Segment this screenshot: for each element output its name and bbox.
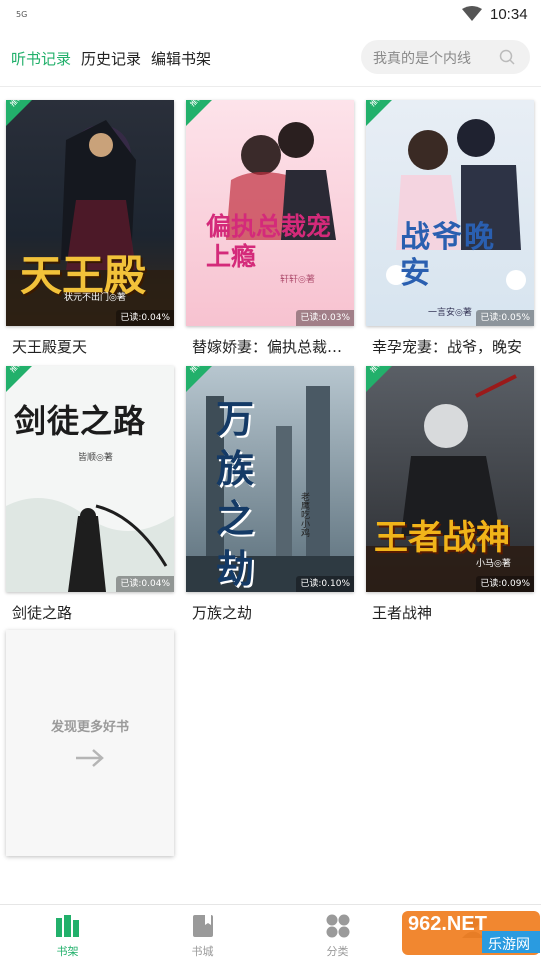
nav-book-store[interactable]: 书城: [135, 905, 270, 961]
nav-label: 书城: [191, 945, 214, 958]
wifi-icon: [462, 6, 482, 21]
tab-listen-history[interactable]: 听书记录: [11, 48, 71, 69]
nav-category[interactable]: 分类: [270, 905, 405, 961]
nav-label: 书架: [56, 945, 79, 958]
book-title[interactable]: 王者战神: [372, 602, 534, 623]
read-progress: 已读:0.04%: [116, 576, 174, 592]
cover-author: 状元不出门◎著: [64, 293, 126, 303]
discover-more-label: 发现更多好书: [50, 720, 129, 735]
book-cover[interactable]: 战爷晚安 一言安◎著 推荐 已读:0.05%: [366, 100, 534, 326]
category-icon: [326, 914, 350, 938]
cover-author: 小马◎著: [476, 559, 511, 569]
book-store-icon: [193, 915, 213, 937]
signal-indicator: 5G: [16, 10, 28, 19]
book-cover[interactable]: 偏执总裁宠上瘾 轩轩◎著 推荐 已读:0.03%: [186, 100, 354, 326]
book-title[interactable]: 天王殿夏天: [12, 336, 174, 357]
cover-title: 偏执总裁宠上瘾: [206, 212, 332, 271]
watermark-logo: 962.NET 乐游网: [402, 907, 540, 959]
watermark-text: 962.NET: [408, 913, 487, 935]
book-title[interactable]: 万族之劫: [192, 602, 354, 623]
book-cover[interactable]: 王者战神 小马◎著 推荐 已读:0.09%: [366, 366, 534, 592]
tab-edit-bookshelf[interactable]: 编辑书架: [151, 48, 211, 69]
cover-title: 剑徒之路: [14, 402, 147, 440]
cover-author: 轩轩◎著: [280, 275, 315, 285]
book-cover[interactable]: 万族之劫 老鹰吃小鸡 推荐 已读:0.10%: [186, 366, 354, 592]
read-progress: 已读:0.04%: [116, 310, 174, 326]
nav-bookshelf[interactable]: 书架: [0, 905, 135, 961]
read-progress: 已读:0.05%: [476, 310, 534, 326]
discover-more-card[interactable]: 发现更多好书: [6, 630, 174, 856]
read-progress: 已读:0.10%: [296, 576, 354, 592]
book-title[interactable]: 剑徒之路: [12, 602, 174, 623]
book-cover[interactable]: 天王殿 状元不出门◎著 推荐 已读:0.04%: [6, 100, 174, 326]
cover-art: [366, 100, 534, 326]
header: 听书记录 历史记录 编辑书架 我真的是个内线: [0, 32, 541, 82]
header-divider: [0, 86, 541, 87]
cover-title: 王者战神: [374, 518, 510, 558]
nav-label: 分类: [326, 945, 349, 958]
watermark-subtext: 乐游网: [488, 937, 530, 953]
search-input[interactable]: 我真的是个内线: [361, 40, 530, 74]
cover-author: 老鹰吃小鸡: [299, 492, 309, 537]
cover-author: 一言安◎著: [428, 308, 472, 318]
book-title[interactable]: 幸孕宠妻：战爷，晚安: [372, 336, 534, 357]
search-icon[interactable]: [499, 49, 515, 65]
cover-title: 战爷晚安: [400, 220, 496, 291]
read-progress: 已读:0.03%: [296, 310, 354, 326]
bookshelf-icon: [56, 915, 79, 937]
book-title[interactable]: 替嫁娇妻：偏执总裁宠上瘾: [192, 336, 354, 357]
tab-reading-history[interactable]: 历史记录: [81, 48, 141, 69]
cover-author: 皆顺◎著: [78, 453, 113, 463]
arrow-right-icon: [76, 749, 104, 767]
search-placeholder: 我真的是个内线: [373, 51, 471, 67]
status-bar: 5G 10:34: [0, 0, 541, 30]
book-cover[interactable]: 剑徒之路 皆顺◎著 推荐 已读:0.04%: [6, 366, 174, 592]
cover-title: 万族之劫: [216, 397, 255, 591]
clock: 10:34: [490, 6, 528, 23]
read-progress: 已读:0.09%: [476, 576, 534, 592]
